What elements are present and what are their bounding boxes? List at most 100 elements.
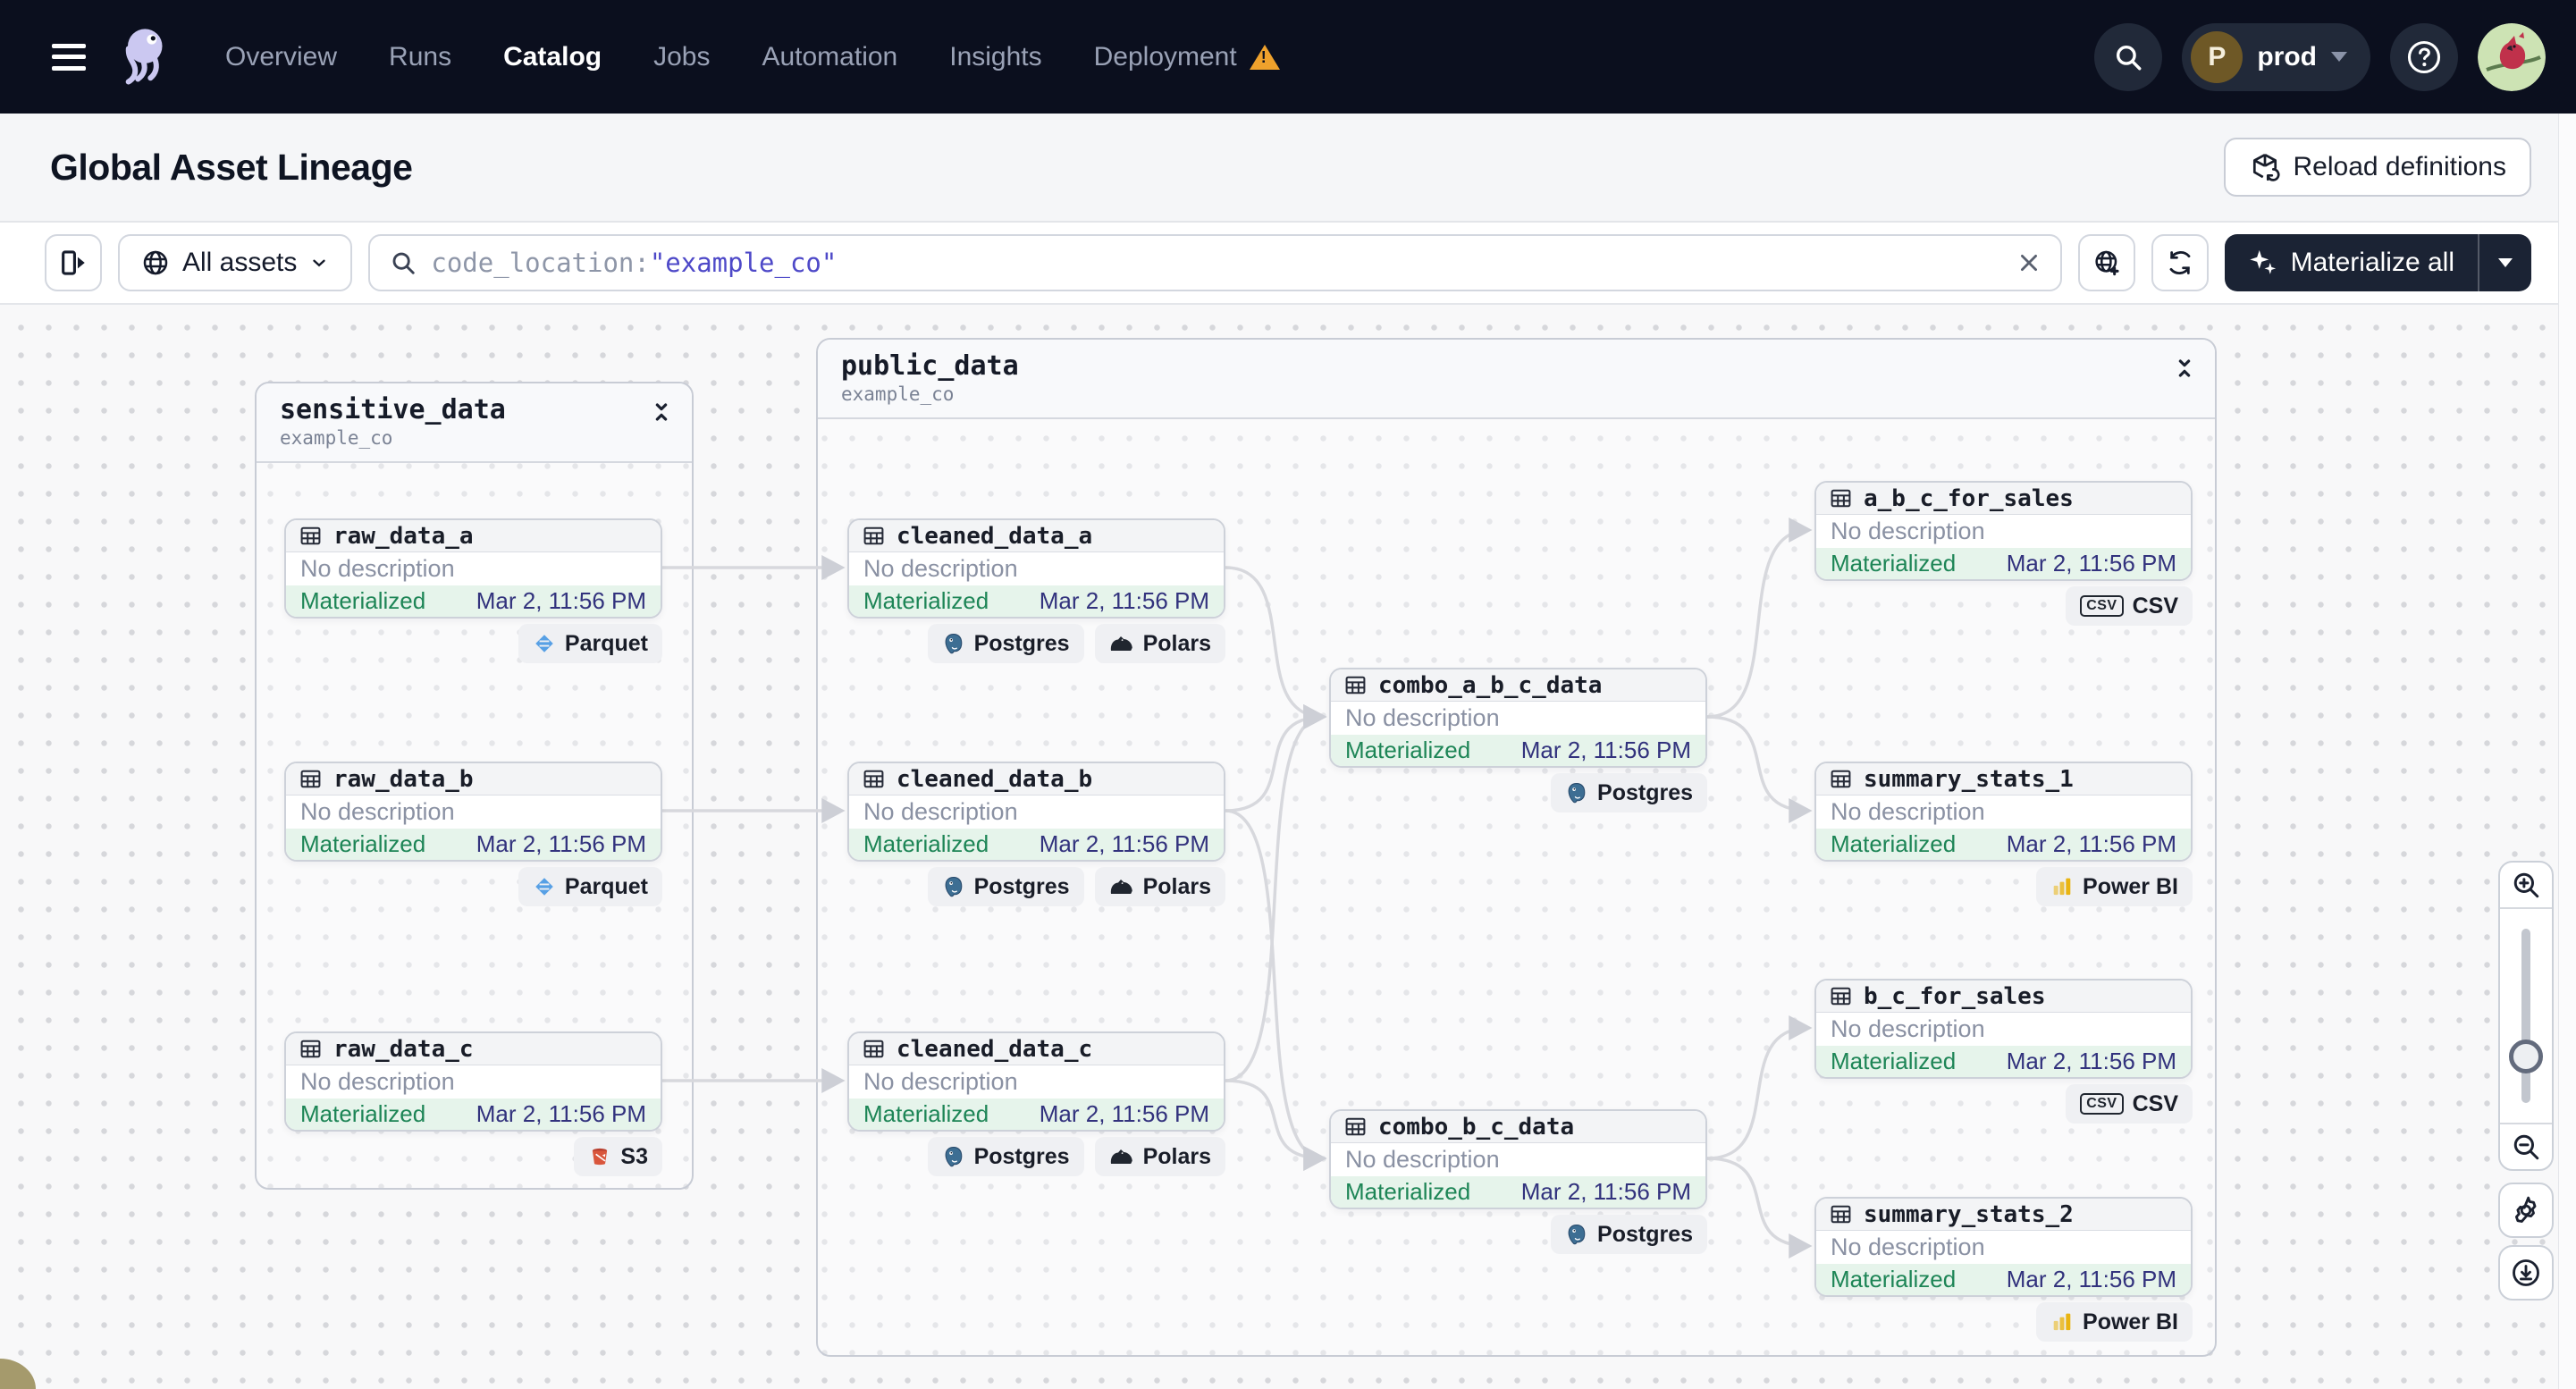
kind-badge-power-bi[interactable]: Power BI — [2036, 867, 2193, 906]
asset-node-raw_data_c[interactable]: raw_data_c No description Materialized M… — [284, 1031, 662, 1132]
materialized-timestamp: Mar 2, 11:56 PM — [476, 830, 646, 857]
nav-item-jobs[interactable]: Jobs — [653, 42, 710, 72]
materialized-status: Materialized — [300, 587, 426, 614]
search-query-prefix: code_location: — [431, 248, 650, 278]
materialize-all-button[interactable]: Materialize all — [2224, 234, 2531, 291]
kind-badge-postgres[interactable]: Postgres — [927, 1137, 1084, 1176]
kind-label: Power BI — [2083, 1309, 2178, 1334]
edge-cleaned_data_c-to-combo_b_c_data — [1225, 1079, 1327, 1171]
page-title: Global Asset Lineage — [50, 146, 413, 188]
asset-lineage-canvas[interactable]: sensitive_data example_co public_data ex… — [0, 305, 2576, 1389]
nav-item-overview[interactable]: Overview — [225, 42, 337, 72]
materialized-status: Materialized — [1831, 1266, 1957, 1292]
edge-combo_b_c_data-to-b_c_for_sales — [1706, 1015, 1813, 1160]
reload-definitions-button[interactable]: Reload definitions — [2223, 138, 2531, 197]
kind-badge-s3[interactable]: S3 — [574, 1137, 662, 1176]
kind-label: CSV — [2132, 1090, 2178, 1116]
asset-name: cleaned_data_b — [897, 765, 1093, 793]
nav-item-insights[interactable]: Insights — [949, 42, 1041, 72]
user-avatar[interactable] — [2478, 22, 2546, 91]
kind-badge-csv[interactable]: CSV CSV — [2066, 1084, 2193, 1124]
edge-cleaned_data_a-to-combo_a_b_c_data — [1225, 566, 1327, 729]
asset-node-combo_a_b_c_data[interactable]: combo_a_b_c_data No description Material… — [1329, 668, 1707, 768]
asset-node-cleaned_data_b[interactable]: cleaned_data_b No description Materializ… — [847, 762, 1225, 862]
zoom-in-icon[interactable] — [2500, 863, 2552, 909]
kind-badges-cleaned_data_b: Postgres Polars — [847, 867, 1225, 906]
kind-badge-parquet[interactable]: Parquet — [518, 867, 662, 906]
chevron-down-icon — [313, 259, 326, 267]
table-icon — [1831, 770, 1851, 788]
asset-node-b_c_for_sales[interactable]: b_c_for_sales No description Materialize… — [1814, 979, 2193, 1079]
deployment-switcher[interactable]: P prod — [2182, 22, 2370, 91]
asset-node-cleaned_data_c[interactable]: cleaned_data_c No description Materializ… — [847, 1031, 1225, 1132]
nav-item-runs[interactable]: Runs — [389, 42, 451, 72]
nav-item-automation[interactable]: Automation — [762, 42, 897, 72]
top-nav-bar: Overview Runs Catalog Jobs Automation Insight… — [0, 0, 2576, 114]
asset-node-combo_b_c_data[interactable]: combo_b_c_data No description Materializ… — [1329, 1109, 1707, 1209]
nav-item-deployment[interactable]: Deployment — [1094, 42, 1280, 72]
asset-name: a_b_c_for_sales — [1864, 484, 2074, 512]
asset-node-a_b_c_for_sales[interactable]: a_b_c_for_sales No description Materiali… — [1814, 481, 2193, 581]
kind-badges-a_b_c_for_sales: CSV CSV — [1814, 586, 2193, 626]
panel-toggle-icon[interactable] — [45, 234, 102, 291]
asset-scope-dropdown[interactable]: All assets — [118, 234, 353, 291]
materialized-timestamp: Mar 2, 11:56 PM — [1039, 830, 1209, 857]
scrollbar[interactable] — [2558, 114, 2576, 1389]
kind-badge-postgres[interactable]: Postgres — [1551, 1215, 1707, 1254]
asset-node-raw_data_b[interactable]: raw_data_b No description Materialized M… — [284, 762, 662, 862]
nav-item-catalog[interactable]: Catalog — [503, 42, 602, 72]
table-icon — [1831, 987, 1851, 1006]
globe-add-icon[interactable] — [2077, 234, 2135, 291]
kind-label: Polars — [1142, 873, 1211, 899]
materialize-all-label: Materialize all — [2290, 248, 2454, 277]
materialized-status: Materialized — [1831, 1048, 1957, 1074]
asset-node-summary_stats_2[interactable]: summary_stats_2 No description Materiali… — [1814, 1197, 2193, 1297]
kind-badge-polars[interactable]: Polars — [1094, 1137, 1225, 1176]
edge-combo_a_b_c_data-to-a_b_c_for_sales — [1706, 518, 1813, 719]
search-icon[interactable] — [2094, 22, 2163, 91]
clear-icon[interactable] — [2017, 251, 2041, 274]
help-icon[interactable] — [2390, 22, 2458, 91]
kind-badge-postgres[interactable]: Postgres — [927, 867, 1084, 906]
kind-label: Postgres — [973, 873, 1070, 899]
kind-badge-power-bi[interactable]: Power BI — [2036, 1302, 2193, 1342]
asset-search-input[interactable]: code_location: "example_co" — [368, 234, 2062, 291]
table-icon — [863, 770, 884, 788]
asset-node-raw_data_a[interactable]: raw_data_a No description Materialized M… — [284, 518, 662, 619]
zoom-slider-track[interactable] — [2521, 929, 2530, 1103]
power-bi-icon — [2053, 1313, 2071, 1331]
asset-node-cleaned_data_a[interactable]: cleaned_data_a No description Materializ… — [847, 518, 1225, 619]
polars-icon — [1110, 636, 1132, 651]
kind-badge-csv[interactable]: CSV CSV — [2066, 586, 2193, 626]
asset-description: No description — [1831, 1233, 1985, 1260]
kind-badge-polars[interactable]: Polars — [1094, 624, 1225, 663]
materialized-timestamp: Mar 2, 11:56 PM — [2006, 830, 2176, 857]
sparkle-icon — [2249, 249, 2276, 274]
kind-label: Parquet — [564, 630, 648, 656]
asset-description: No description — [1345, 1146, 1500, 1173]
kind-badge-postgres[interactable]: Postgres — [927, 624, 1084, 663]
reload-definitions-label: Reload definitions — [2293, 152, 2507, 181]
kind-badges-cleaned_data_c: Postgres Polars — [847, 1137, 1225, 1176]
menu-icon[interactable] — [52, 43, 86, 71]
parquet-icon — [535, 635, 553, 652]
refresh-icon[interactable] — [2151, 234, 2209, 291]
edge-combo_a_b_c_data-to-summary_stats_1 — [1706, 715, 1813, 823]
settings-gear-icon[interactable] — [2498, 1183, 2554, 1238]
zoom-slider-handle[interactable] — [2509, 1040, 2543, 1073]
kind-label: Polars — [1142, 1143, 1211, 1169]
kind-label: Polars — [1142, 630, 1211, 656]
kind-badge-polars[interactable]: Polars — [1094, 867, 1225, 906]
download-icon[interactable] — [2498, 1245, 2554, 1301]
materialized-status: Materialized — [300, 830, 426, 857]
kind-badge-parquet[interactable]: Parquet — [518, 624, 662, 663]
postgres-icon — [945, 877, 962, 897]
asset-node-summary_stats_1[interactable]: summary_stats_1 No description Materiali… — [1814, 762, 2193, 862]
zoom-out-icon[interactable] — [2500, 1123, 2552, 1169]
asset-name: cleaned_data_a — [897, 522, 1093, 550]
s3-icon — [593, 1148, 608, 1166]
materialized-timestamp: Mar 2, 11:56 PM — [1520, 1178, 1691, 1205]
kind-badge-postgres[interactable]: Postgres — [1551, 773, 1707, 812]
dagster-logo[interactable] — [118, 22, 177, 92]
materialize-options-caret[interactable] — [2479, 234, 2531, 291]
